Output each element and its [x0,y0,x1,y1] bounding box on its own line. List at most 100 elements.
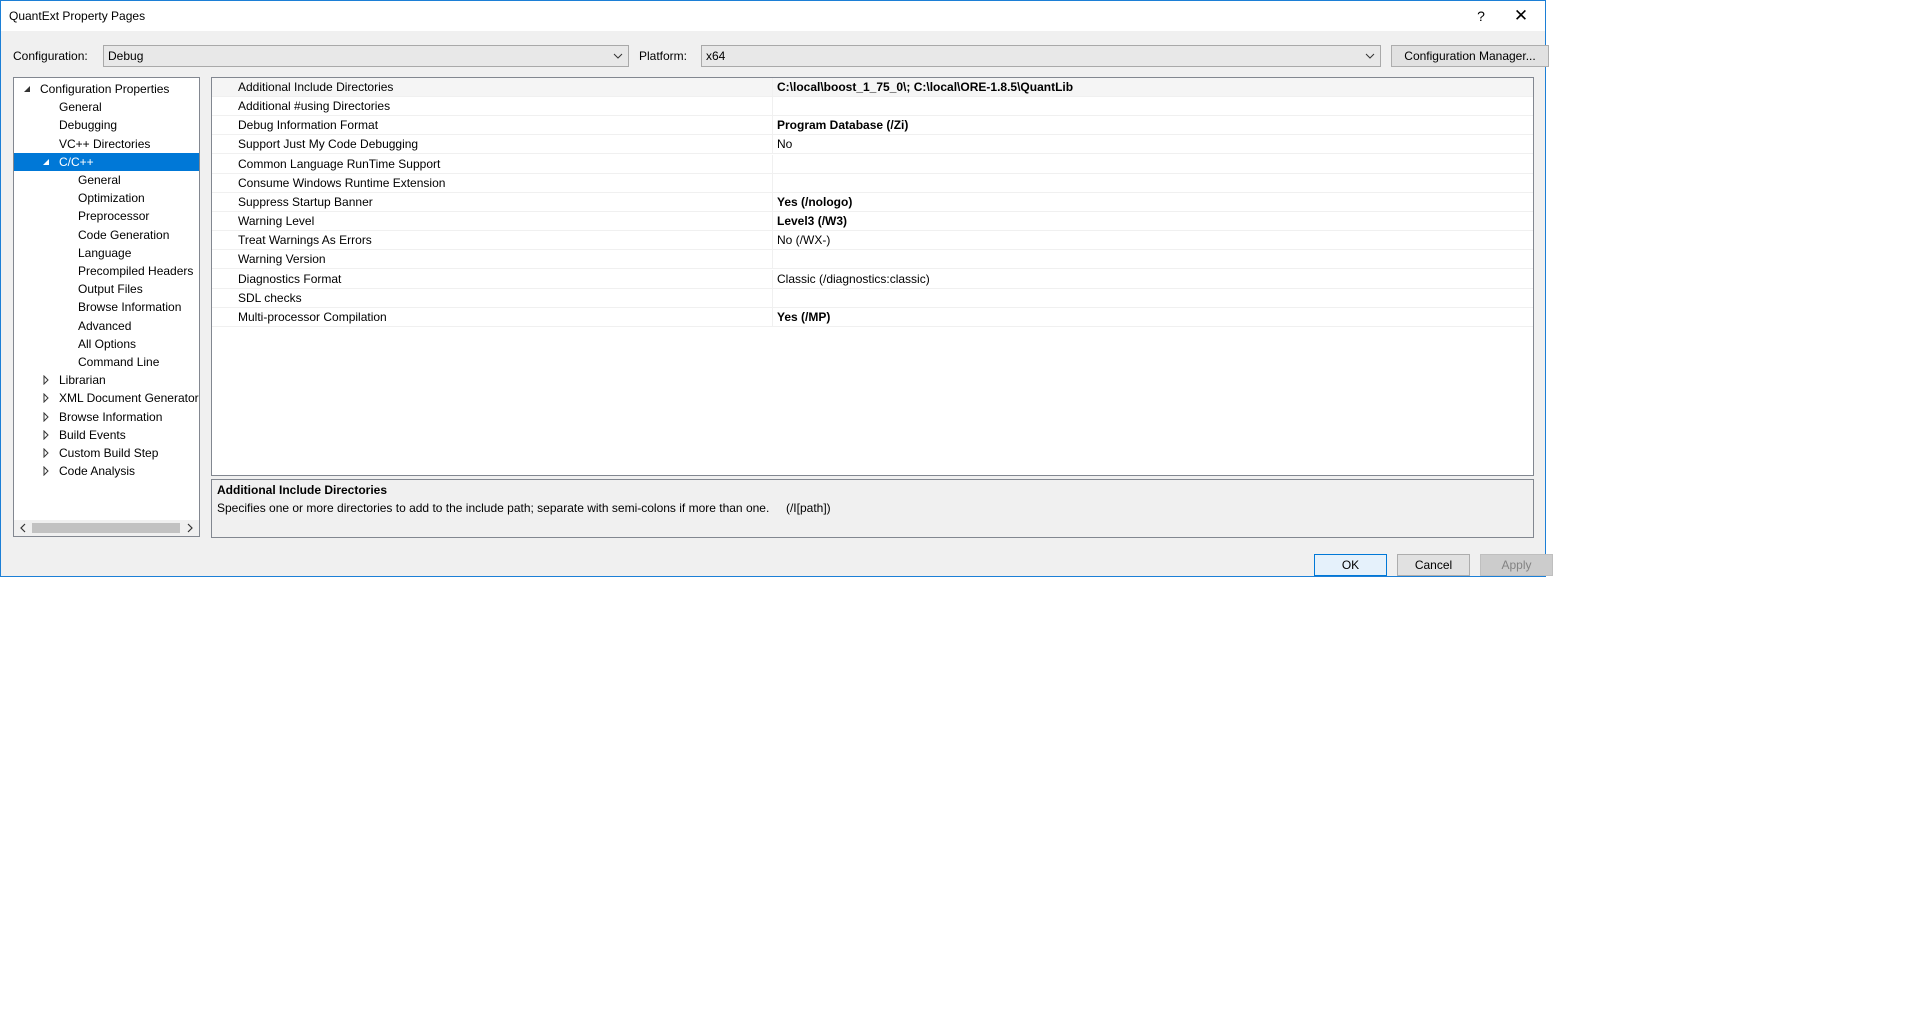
tree-item[interactable]: Language [14,244,199,262]
expanded-triangle-icon[interactable] [22,84,32,94]
tree-item-label: Command Line [78,355,160,369]
apply-button[interactable]: Apply [1480,554,1553,576]
property-value[interactable]: Yes (/MP) [777,310,830,324]
property-row[interactable]: Support Just My Code Debugging No [212,135,1533,155]
tree-item-label: XML Document Generator [59,391,199,406]
collapsed-triangle-icon[interactable] [41,448,51,458]
property-value[interactable]: Classic (/diagnostics:classic) [777,272,930,286]
property-row[interactable]: Additional #using Directories [212,97,1533,117]
property-name: Diagnostics Format [238,271,342,286]
column-divider [772,231,773,251]
property-name: SDL checks [238,290,302,305]
chevron-right-icon[interactable] [184,522,196,534]
configuration-manager-button[interactable]: Configuration Manager... [1391,45,1549,67]
tree-item[interactable]: Preprocessor [14,207,199,225]
tree-item-label: Browse Information [78,300,182,315]
property-row[interactable]: Additional Include Directories C:\local\b… [212,78,1533,97]
column-divider [772,212,773,232]
property-row[interactable]: Common Language RunTime Support [212,154,1533,174]
tree-item[interactable]: Debugging [14,116,199,134]
property-row[interactable]: Treat Warnings As Errors No (/WX-) [212,231,1533,251]
collapsed-triangle-icon[interactable] [41,429,51,440]
property-value[interactable]: No (/WX-) [777,233,830,247]
property-row[interactable]: Diagnostics Format Classic (/diagnostics:… [212,269,1533,289]
tree-item[interactable]: XML Document Generator [14,389,199,407]
tree-item-label: Build Events [59,427,126,442]
tree-horizontal-scrollbar[interactable] [14,520,199,536]
tree-item[interactable]: Build Events [14,426,199,444]
tree-item[interactable]: Code Generation [14,226,199,244]
property-name: Treat Warnings As Errors [238,233,372,248]
column-divider [772,307,773,327]
property-name: Warning Level [238,214,315,229]
chevron-left-icon[interactable] [17,522,29,534]
column-divider [772,154,773,174]
close-button[interactable]: ✕ [1503,5,1539,27]
property-name: Suppress Startup Banner [238,194,373,209]
column-divider [772,97,773,117]
tree-item[interactable]: Custom Build Step [14,444,199,462]
property-value[interactable]: C:\local\boost_1_75_0\; C:\local\ORE-1.8… [777,80,1073,94]
property-name: Additional Include Directories [238,80,394,94]
property-grid[interactable]: Additional Include Directories C:\local\b… [211,77,1534,476]
cancel-button[interactable]: Cancel [1397,554,1470,576]
platform-dropdown[interactable]: x64 [701,45,1381,67]
tree-item[interactable]: Browse Information [14,298,199,316]
property-name: Multi-processor Compilation [238,309,387,324]
property-name: Common Language RunTime Support [238,156,441,171]
property-value[interactable]: Level3 (/W3) [777,214,847,228]
tree-item[interactable]: Librarian [14,371,199,389]
tree-item-label: Custom Build Step [59,446,159,460]
tree-item[interactable]: VC++ Directories [14,135,199,153]
configuration-label: Configuration: [13,49,88,63]
tree-item[interactable]: Precompiled Headers [14,262,199,280]
tree-item-label: Language [78,245,132,260]
collapsed-triangle-icon[interactable] [41,411,51,422]
expanded-triangle-icon[interactable] [41,157,51,167]
tree-item[interactable]: Configuration Properties [14,80,199,98]
tree-item-label: Configuration Properties [40,82,170,96]
tree-item-label: General [78,173,121,187]
property-value[interactable]: Program Database (/Zi) [777,118,908,132]
collapsed-triangle-icon[interactable] [41,466,51,477]
tree-item[interactable]: Optimization [14,189,199,207]
configuration-dropdown[interactable]: Debug [103,45,629,67]
property-row[interactable]: SDL checks [212,288,1533,308]
tree-item[interactable]: Advanced [14,317,199,335]
property-row[interactable]: Warning Level Level3 (/W3) [212,212,1533,232]
tree-item[interactable]: Command Line [14,353,199,371]
property-row[interactable]: Debug Information Format Program Database… [212,116,1533,136]
scrollbar-thumb[interactable] [32,523,180,533]
collapsed-triangle-icon[interactable] [41,393,51,404]
property-name: Debug Information Format [238,118,379,133]
tree-item-label: Debugging [59,118,118,133]
property-value[interactable]: No [777,137,792,151]
platform-value: x64 [706,49,726,63]
ok-button[interactable]: OK [1314,554,1387,576]
tree-item-label: Librarian [59,373,106,388]
property-name: Additional #using Directories [238,99,391,114]
property-value[interactable]: Yes (/nologo) [777,195,852,209]
property-row[interactable]: Multi-processor Compilation Yes (/MP) [212,307,1533,327]
column-divider [772,78,773,97]
tree-item[interactable]: Browse Information [14,408,199,426]
title-bar: QuantExt Property Pages ? ✕ [1,1,1545,31]
property-tree[interactable]: Configuration Properties General Debugging… [13,77,200,537]
tree-item[interactable]: C/C++ [14,152,199,171]
description-title: Additional Include Directories [217,483,388,497]
tree-item-label: Preprocessor [78,209,150,224]
help-button[interactable]: ? [1466,5,1496,27]
property-row[interactable]: Consume Windows Runtime Extension [212,173,1533,193]
tree-item[interactable]: All Options [14,335,199,353]
collapsed-triangle-icon[interactable] [41,375,51,386]
tree-item[interactable]: Code Analysis [14,462,199,480]
description-text: Specifies one or more directories to add… [217,501,831,515]
tree-item-label: Optimization [78,191,145,206]
tree-item[interactable]: General [14,171,199,189]
tree-item-label: Precompiled Headers [78,264,194,278]
property-row[interactable]: Suppress Startup Banner Yes (/nologo) [212,192,1533,212]
tree-item[interactable]: General [14,98,199,116]
tree-item[interactable]: Output Files [14,280,199,298]
tree-item-label: C/C++ [59,154,94,169]
property-row[interactable]: Warning Version [212,250,1533,270]
